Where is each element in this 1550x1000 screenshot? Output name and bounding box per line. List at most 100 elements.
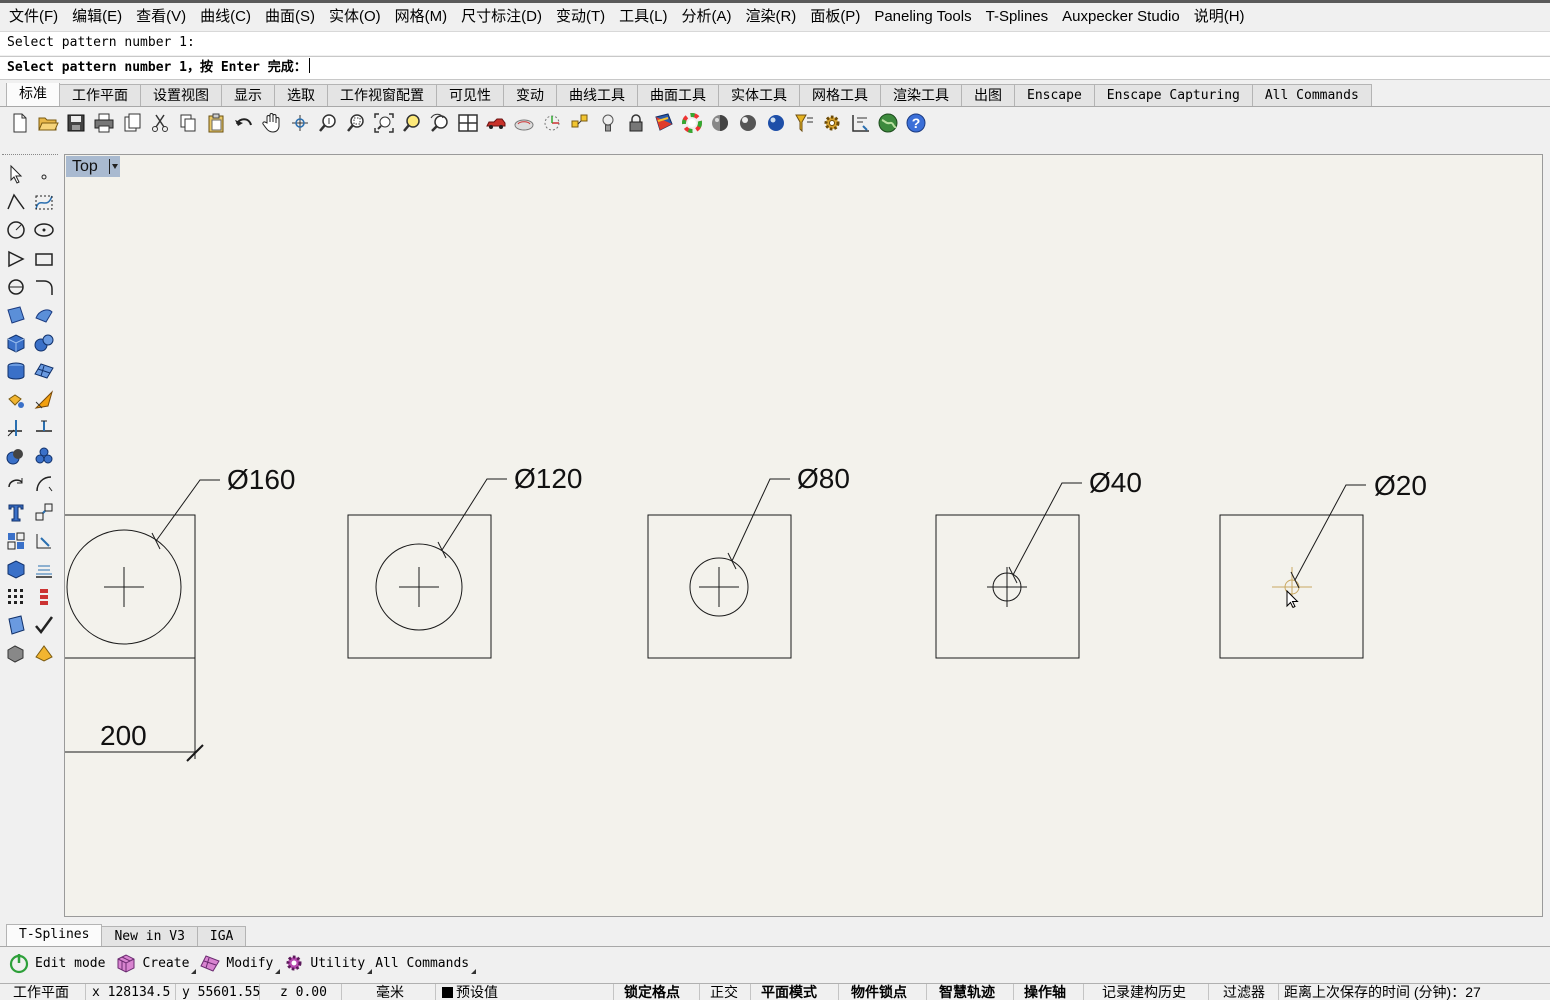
status-cplane[interactable]: 工作平面 — [0, 984, 86, 1000]
filter-icon[interactable] — [790, 109, 818, 137]
tab-all-commands[interactable]: All Commands — [1251, 84, 1372, 106]
zoom-extents-icon[interactable] — [370, 109, 398, 137]
group-icon[interactable] — [2, 527, 30, 555]
circle-icon[interactable] — [2, 216, 30, 244]
tab-surface-tools[interactable]: 曲面工具 — [637, 84, 719, 106]
tab-select[interactable]: 选取 — [274, 84, 328, 106]
paste-icon[interactable] — [202, 109, 230, 137]
box-solid-icon[interactable] — [2, 329, 30, 357]
cut-icon[interactable] — [146, 109, 174, 137]
cylinder-solid-icon[interactable] — [2, 357, 30, 385]
text-icon[interactable] — [2, 498, 30, 526]
menu-auxpecker[interactable]: Auxpecker Studio — [1055, 4, 1187, 30]
render-sphere-icon[interactable] — [762, 109, 790, 137]
rectangle-icon[interactable] — [30, 245, 58, 273]
cplane-icon[interactable] — [538, 109, 566, 137]
trim-icon[interactable] — [2, 414, 30, 442]
tab-transform[interactable]: 变动 — [503, 84, 557, 106]
rotate-view-icon[interactable] — [286, 109, 314, 137]
display-mode-icon[interactable] — [510, 109, 538, 137]
create-button[interactable]: Create — [115, 950, 199, 976]
zoom-icon[interactable] — [314, 109, 342, 137]
menu-help[interactable]: 说明(H) — [1187, 4, 1252, 30]
menu-curve[interactable]: 曲线(C) — [193, 4, 258, 30]
export-icon[interactable] — [118, 109, 146, 137]
rotate-icon[interactable] — [2, 470, 30, 498]
properties-icon[interactable] — [2, 611, 30, 639]
boolean-split-icon[interactable] — [30, 386, 58, 414]
status-gumball[interactable]: 操作轴 — [1014, 984, 1084, 1000]
tab-tsplines[interactable]: T-Splines — [6, 924, 103, 946]
material-icon[interactable] — [650, 109, 678, 137]
surface-from-points-icon[interactable] — [2, 301, 30, 329]
extrude-curve-icon[interactable] — [30, 301, 58, 329]
lock-icon[interactable] — [622, 109, 650, 137]
dimension-icon[interactable] — [846, 109, 874, 137]
save-icon[interactable] — [62, 109, 90, 137]
menu-paneling-tools[interactable]: Paneling Tools — [867, 4, 978, 30]
menu-panels[interactable]: 面板(P) — [803, 4, 867, 30]
status-ortho[interactable]: 正交 — [700, 984, 751, 1000]
point-icon[interactable] — [30, 160, 58, 188]
status-grid-snap[interactable]: 锁定格点 — [614, 984, 700, 1000]
select-arrow-icon[interactable] — [2, 160, 30, 188]
new-file-icon[interactable] — [6, 109, 34, 137]
offset-curve-icon[interactable] — [2, 273, 30, 301]
tab-set-view[interactable]: 设置视图 — [140, 84, 222, 106]
status-layer[interactable]: 预设值 — [436, 984, 614, 1000]
menu-file[interactable]: 文件(F) — [2, 4, 65, 30]
snap-icon[interactable] — [566, 109, 594, 137]
check-icon[interactable] — [30, 611, 58, 639]
copy-icon[interactable] — [174, 109, 202, 137]
tab-curve-tools[interactable]: 曲线工具 — [556, 84, 638, 106]
tab-render-tools[interactable]: 渲染工具 — [880, 84, 962, 106]
light-bulb-icon[interactable] — [594, 109, 622, 137]
menu-render[interactable]: 渲染(R) — [738, 4, 803, 30]
status-smarttrack[interactable]: 智慧轨迹 — [927, 984, 1014, 1000]
zoom-window-icon[interactable] — [342, 109, 370, 137]
edit-mode-button[interactable]: Edit mode — [8, 950, 115, 976]
viewport-title[interactable]: Top — [66, 156, 120, 177]
menu-edit[interactable]: 编辑(E) — [65, 4, 129, 30]
polygon-icon[interactable] — [2, 245, 30, 273]
menu-transform[interactable]: 变动(T) — [549, 4, 612, 30]
status-record-history[interactable]: 记录建构历史 — [1084, 984, 1209, 1000]
undo-view-icon[interactable] — [426, 109, 454, 137]
render-icon[interactable] — [30, 639, 58, 667]
menu-surface[interactable]: 曲面(S) — [258, 4, 322, 30]
tab-solid-tools[interactable]: 实体工具 — [718, 84, 800, 106]
block-icon[interactable] — [2, 555, 30, 583]
status-filter[interactable]: 过滤器 — [1209, 984, 1279, 1000]
status-planar[interactable]: 平面模式 — [751, 984, 839, 1000]
top-viewport[interactable]: Ø160 Ø120 Ø80 Ø40 Ø20 200 Top — [64, 154, 1543, 917]
modify-button[interactable]: Modify — [199, 950, 283, 976]
tab-viewport-layout[interactable]: 工作视窗配置 — [327, 84, 437, 106]
tab-standard[interactable]: 标准 — [6, 83, 60, 106]
color-wheel-icon[interactable] — [678, 109, 706, 137]
tab-drafting[interactable]: 出图 — [961, 84, 1015, 106]
utility-button[interactable]: Utility — [283, 950, 375, 976]
tab-new-in-v3[interactable]: New in V3 — [101, 926, 198, 946]
menu-tsplines[interactable]: T-Splines — [979, 4, 1056, 30]
tab-iga[interactable]: IGA — [196, 926, 247, 946]
menu-mesh[interactable]: 网格(M) — [388, 4, 455, 30]
help-icon[interactable]: ? — [902, 109, 930, 137]
hatch-icon[interactable] — [30, 555, 58, 583]
menu-dimension[interactable]: 尺寸标注(D) — [454, 4, 549, 30]
array-icon[interactable] — [2, 583, 30, 611]
tab-cplanes[interactable]: 工作平面 — [59, 84, 141, 106]
menu-view[interactable]: 查看(V) — [129, 4, 193, 30]
menu-solid[interactable]: 实体(O) — [322, 4, 388, 30]
shade-icon[interactable] — [2, 639, 30, 667]
split-icon[interactable] — [30, 414, 58, 442]
fillet-curve-icon[interactable] — [30, 273, 58, 301]
explode-icon[interactable] — [2, 386, 30, 414]
command-prompt[interactable]: Select pattern number 1，按 Enter 完成： — [0, 56, 1550, 80]
boolean-difference-icon[interactable] — [30, 442, 58, 470]
zoom-selected-icon[interactable] — [398, 109, 426, 137]
dimension-tool-icon[interactable] — [30, 527, 58, 555]
all-commands-button[interactable]: All Commands — [375, 950, 479, 976]
print-icon[interactable] — [90, 109, 118, 137]
polyline-icon[interactable] — [2, 188, 30, 216]
tab-enscape-capturing[interactable]: Enscape Capturing — [1093, 84, 1253, 106]
